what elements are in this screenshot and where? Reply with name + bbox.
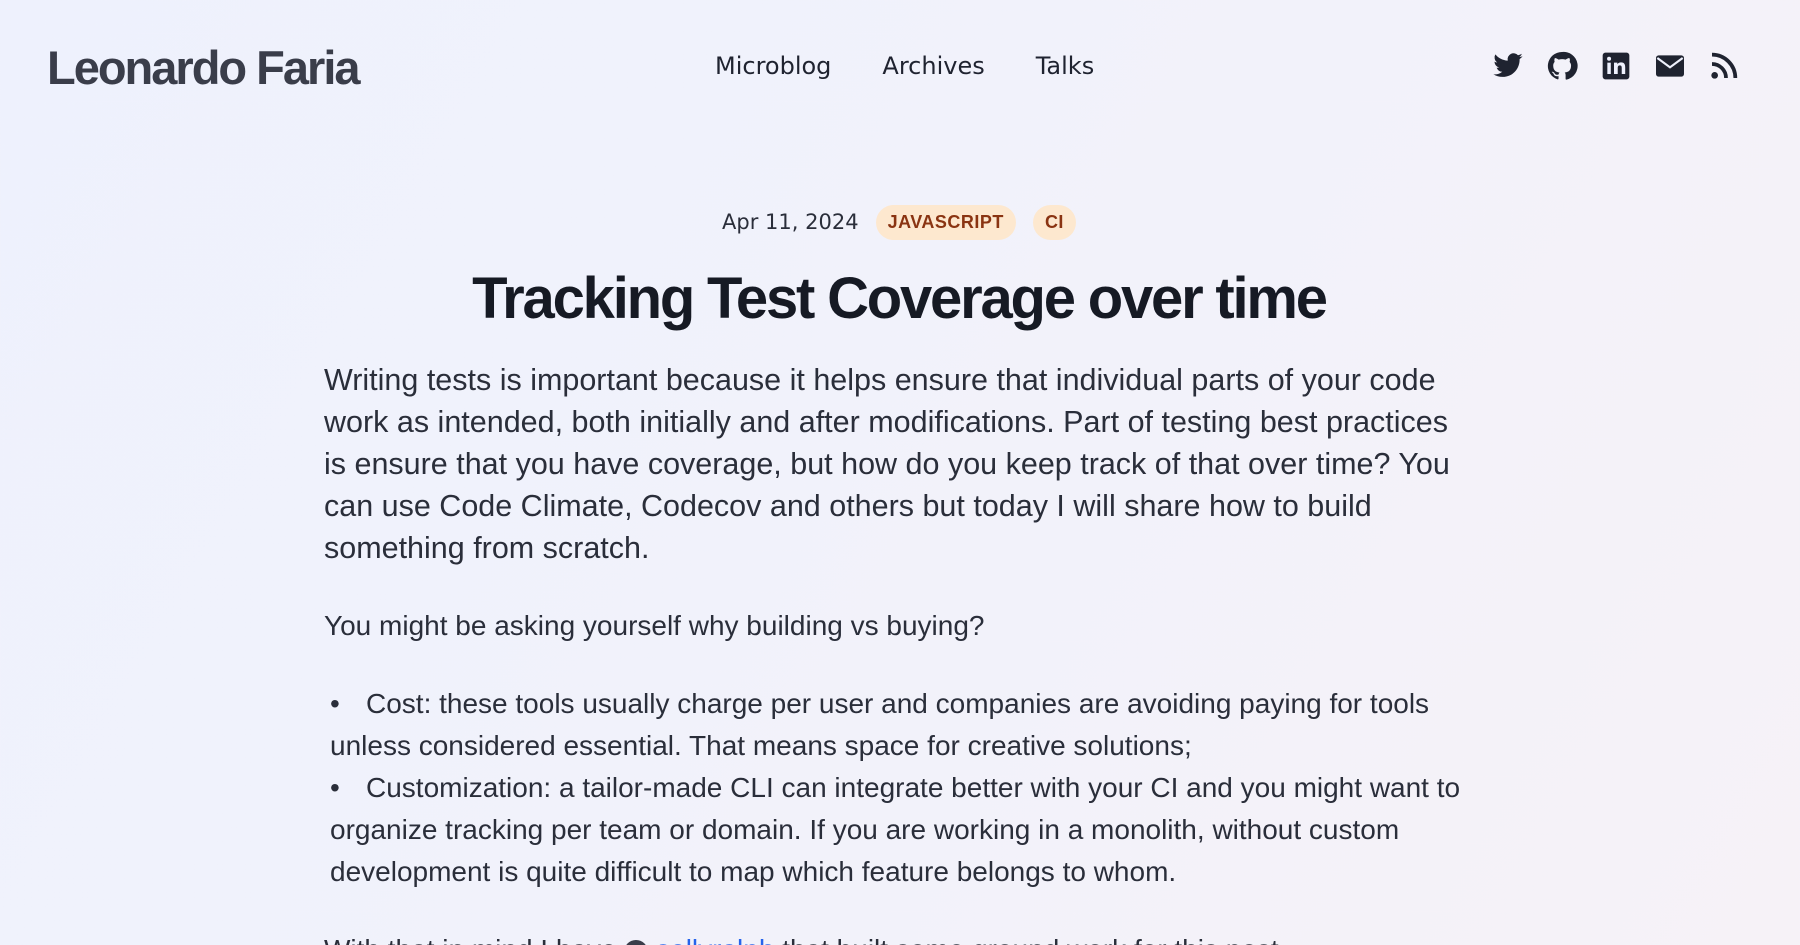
- list-item-text: Customization: a tailor-made CLI can int…: [330, 772, 1461, 887]
- list-item: • Customization: a tailor-made CLI can in…: [324, 767, 1474, 893]
- social-links: [1492, 50, 1740, 82]
- cut-off-paragraph: With that in mind I have sollyralph that…: [324, 929, 1474, 945]
- post-date: Apr 11, 2024: [722, 210, 859, 234]
- github-avatar-icon: [624, 939, 649, 945]
- nav-talks[interactable]: Talks: [1036, 52, 1094, 80]
- github-icon[interactable]: [1546, 50, 1578, 82]
- list-item-text: Cost: these tools usually charge per use…: [330, 688, 1430, 761]
- bullet-icon: •: [330, 688, 340, 719]
- twitter-icon[interactable]: [1492, 50, 1524, 82]
- tag-javascript[interactable]: JAVASCRIPT: [875, 204, 1016, 240]
- article: Apr 11, 2024 JAVASCRIPT CI Tracking Test…: [324, 200, 1474, 945]
- email-icon[interactable]: [1654, 50, 1686, 82]
- site-brand-link[interactable]: Leonardo Faria: [47, 40, 361, 95]
- author-link[interactable]: sollyralph: [656, 934, 774, 945]
- linkedin-icon[interactable]: [1600, 50, 1632, 82]
- post-content: Writing tests is important because it he…: [324, 359, 1474, 945]
- nav-microblog[interactable]: Microblog: [715, 52, 831, 80]
- post-title: Tracking Test Coverage over time: [472, 266, 1328, 331]
- cut-text-start: With that in mind I have: [324, 934, 617, 945]
- lead-paragraph: Writing tests is important because it he…: [324, 363, 1450, 565]
- bullet-icon: •: [330, 772, 340, 803]
- nav-archives[interactable]: Archives: [882, 52, 984, 80]
- rss-icon[interactable]: [1708, 50, 1740, 82]
- tag-ci[interactable]: CI: [1032, 204, 1076, 240]
- list-item: • Cost: these tools usually charge per us…: [324, 683, 1474, 767]
- site-header: Leonardo Faria Microblog Archives Talks: [0, 0, 1800, 136]
- main-nav: Microblog Archives Talks: [715, 52, 1094, 80]
- cut-text-end: that built some ground work for this pos…: [782, 934, 1278, 945]
- reasons-list: • Cost: these tools usually charge per us…: [324, 683, 1474, 893]
- article-meta: Apr 11, 2024 JAVASCRIPT CI: [324, 200, 1474, 244]
- question-paragraph: You might be asking yourself why buildin…: [324, 610, 985, 641]
